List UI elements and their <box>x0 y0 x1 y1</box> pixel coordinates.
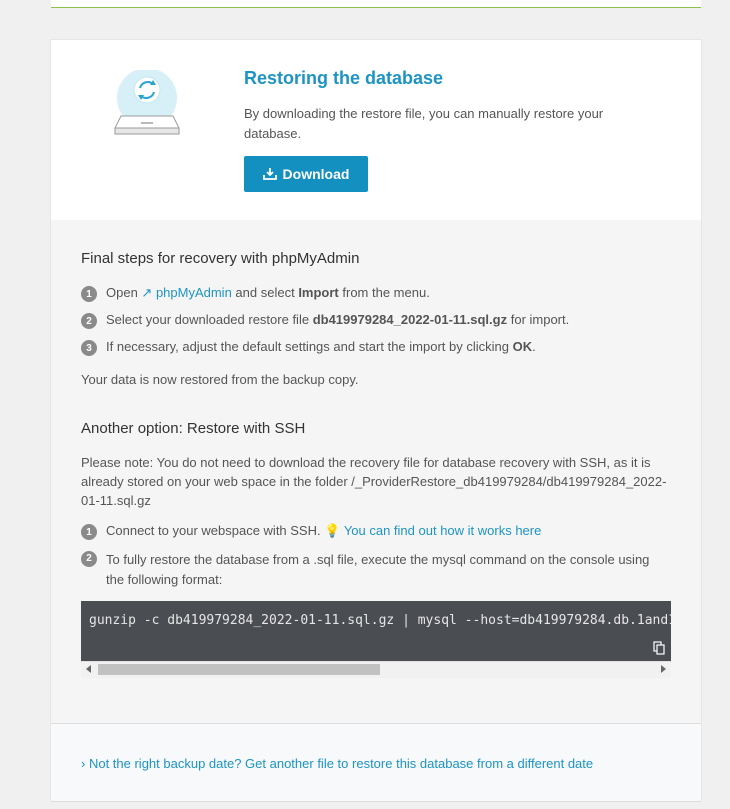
download-button[interactable]: Download <box>244 156 368 192</box>
download-label: Download <box>282 166 350 182</box>
restored-message: Your data is now restored from the backu… <box>81 372 359 387</box>
mysql-command[interactable]: gunzip -c db419979284_2022-01-11.sql.gz … <box>89 613 671 628</box>
lightbulb-icon: 💡 <box>324 523 344 538</box>
restore-description: By downloading the restore file, you can… <box>244 106 604 141</box>
restore-card: Restoring the database By downloading th… <box>51 40 701 802</box>
restore-title: Restoring the database <box>244 68 444 88</box>
chevron-right-icon: › <box>81 756 89 771</box>
phpmyadmin-link[interactable]: ↗ phpMyAdmin <box>141 285 231 300</box>
command-console[interactable]: gunzip -c db419979284_2022-01-11.sql.gz … <box>81 601 671 661</box>
ssh-step-2: 2 To fully restore the database from a .… <box>81 550 671 590</box>
ssh-step-1: 1 Connect to your webspace with SSH. 💡 Y… <box>81 523 541 540</box>
external-link-icon: ↗ <box>141 285 156 300</box>
ssh-heading: Another option: Restore with SSH <box>81 420 306 437</box>
download-icon <box>262 168 277 180</box>
ssh-note: Please note: You do not need to download… <box>81 455 667 508</box>
horizontal-scrollbar[interactable] <box>81 661 671 678</box>
phpmyadmin-step-1: 1 Open ↗ phpMyAdmin and select Import fr… <box>81 285 430 302</box>
different-date-link[interactable]: › Not the right backup date? Get another… <box>81 756 593 771</box>
scroll-left-arrow[interactable] <box>86 665 91 673</box>
footer-panel: › Not the right backup date? Get another… <box>51 723 701 802</box>
scroll-right-arrow[interactable] <box>661 665 666 673</box>
database-restore-icon <box>114 70 180 135</box>
previous-panel-edge <box>51 0 701 8</box>
phpmyadmin-step-2: 2 Select your downloaded restore file db… <box>81 312 569 329</box>
restore-header: Restoring the database By downloading th… <box>51 40 701 220</box>
copy-icon[interactable] <box>653 641 665 655</box>
phpmyadmin-step-3: 3 If necessary, adjust the default setti… <box>81 339 536 356</box>
phpmyadmin-heading: Final steps for recovery with phpMyAdmin <box>81 250 360 267</box>
ssh-help-link[interactable]: 💡 You can find out how it works here <box>324 523 541 538</box>
scrollbar-thumb[interactable] <box>98 664 380 675</box>
